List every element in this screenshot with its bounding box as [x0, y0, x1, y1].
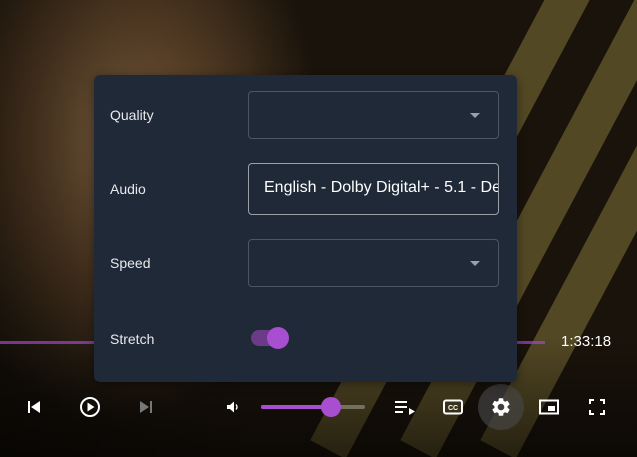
audio-label: Audio — [110, 181, 146, 197]
stretch-toggle-knob — [267, 327, 289, 349]
stretch-label: Stretch — [110, 331, 155, 347]
audio-select[interactable]: English - Dolby Digital+ - 5.1 - Default — [248, 163, 499, 215]
skip-next-button[interactable] — [124, 384, 168, 430]
settings-panel: Quality Audio English - Dolby Digital+ -… — [94, 75, 517, 382]
picture-in-picture-icon — [539, 399, 559, 415]
skip-previous-button[interactable] — [12, 384, 56, 430]
picture-in-picture-button[interactable] — [527, 384, 571, 430]
skip-next-icon — [140, 401, 152, 413]
time-display: 1:33:18 — [561, 333, 612, 350]
quality-label: Quality — [110, 107, 154, 123]
audio-value: English - Dolby Digital+ - 5.1 - Default — [264, 179, 498, 196]
closed-captions-button[interactable]: CC — [431, 384, 475, 430]
quality-select[interactable] — [248, 91, 499, 139]
volume-icon — [227, 401, 238, 413]
stretch-toggle[interactable] — [251, 327, 289, 349]
speed-select[interactable] — [248, 239, 499, 287]
volume-slider[interactable] — [261, 397, 365, 417]
fullscreen-icon — [589, 399, 605, 415]
chevron-down-icon — [470, 261, 480, 266]
chevron-down-icon — [470, 113, 480, 118]
playlist-button[interactable] — [383, 384, 427, 430]
playlist-icon — [395, 401, 415, 415]
skip-previous-icon — [28, 401, 40, 413]
mute-button[interactable] — [211, 384, 255, 430]
volume-thumb[interactable] — [320, 397, 341, 417]
settings-button[interactable] — [479, 384, 523, 430]
play-button[interactable] — [68, 384, 112, 430]
settings-icon — [492, 398, 510, 416]
fullscreen-button[interactable] — [575, 384, 619, 430]
speed-label: Speed — [110, 255, 151, 271]
play-icon — [80, 397, 100, 417]
closed-captions-icon: CC — [443, 399, 463, 415]
svg-text:CC: CC — [448, 405, 458, 412]
